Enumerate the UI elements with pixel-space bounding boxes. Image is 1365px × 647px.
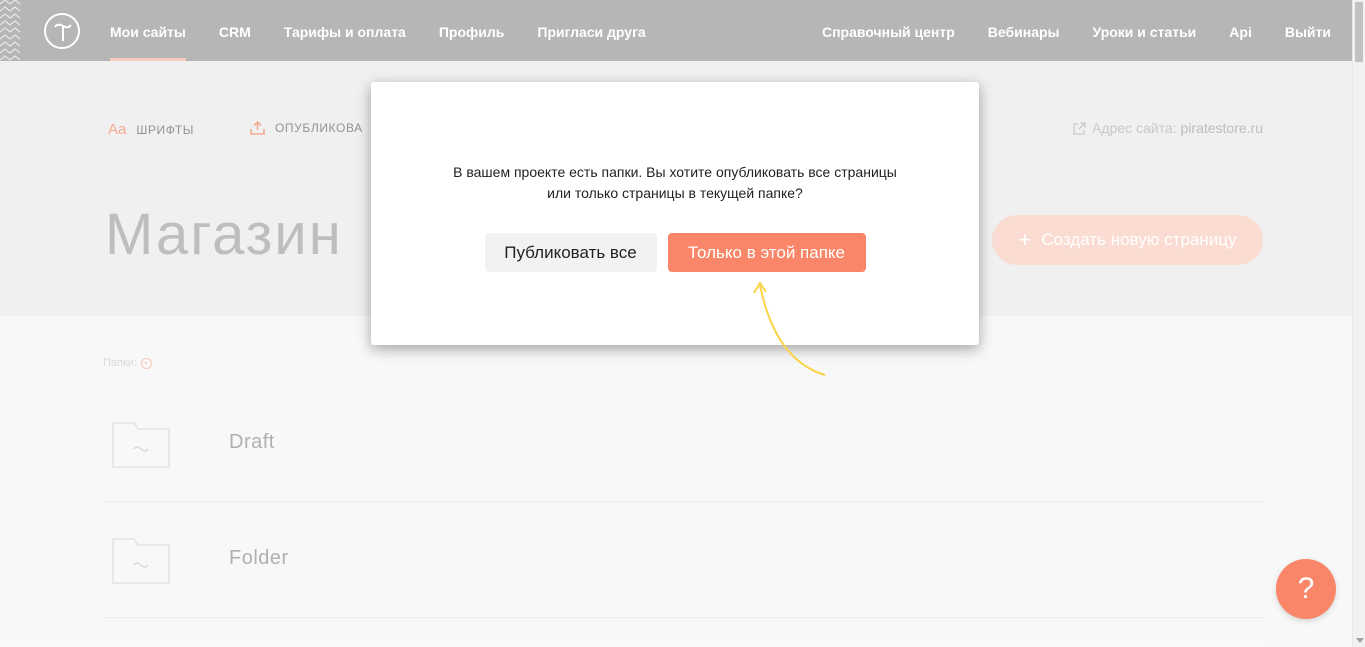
scrollbar-thumb[interactable] [1355,2,1363,62]
annotation-arrow-icon [753,281,826,376]
publish-dialog: В вашем проекте есть папки. Вы хотите оп… [371,82,979,345]
scroll-down-icon[interactable] [1356,638,1364,643]
publish-folder-button[interactable]: Только в этой папке [667,233,866,272]
scrollbar[interactable] [1352,0,1365,647]
dialog-message: В вашем проекте есть папки. Вы хотите оп… [411,162,939,204]
question-mark-icon: ? [1297,572,1315,605]
help-button[interactable]: ? [1276,559,1336,619]
dialog-message-line-1: В вашем проекте есть папки. Вы хотите оп… [453,164,897,180]
dialog-buttons: Публиковать все Только в этой папке [371,233,979,272]
publish-all-button[interactable]: Публиковать все [484,233,657,272]
dialog-message-line-2: или только страницы в текущей папке? [547,185,803,201]
